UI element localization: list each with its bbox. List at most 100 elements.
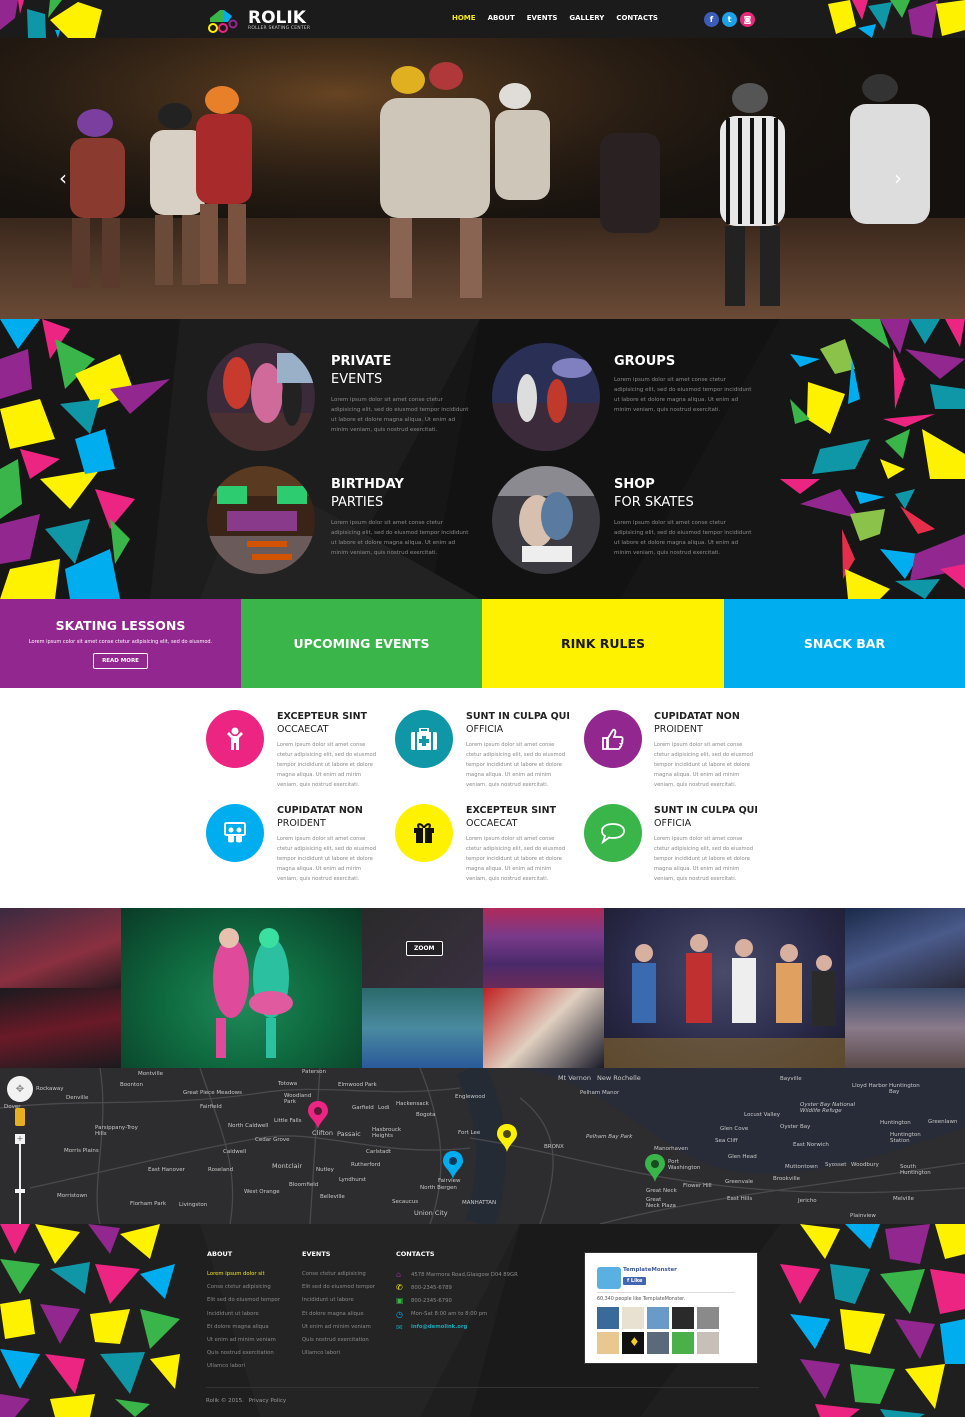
footer-link[interactable]: Conse ctetur adipisicing [302, 1268, 375, 1281]
nav-contacts[interactable]: CONTACTS [616, 14, 658, 22]
fan-avatar[interactable] [672, 1332, 694, 1354]
band-rink-rules[interactable]: RINK RULES [482, 599, 724, 688]
contact-text: Mon-Sat 8:00 am to 8:00 pm [411, 1311, 488, 1318]
band-skating-lessons[interactable]: SKATING LESSONS Lorem ipsum color sit am… [0, 599, 241, 688]
instagram-icon[interactable]: ◙ [740, 12, 755, 27]
location-map[interactable]: Montville Boonton Paterson Totowa Elmwoo… [0, 1068, 965, 1224]
gallery-photo[interactable] [845, 988, 965, 1068]
features-section: EXCEPTEUR SINT OCCAECAT Lorem ipsum dolor… [0, 688, 965, 908]
footer: ABOUT Lorem ipsum dolor sit Conse ctetur… [0, 1224, 965, 1417]
birthday-parties-image[interactable] [207, 466, 315, 574]
gift-icon [395, 804, 453, 862]
fb-divider [597, 1292, 735, 1293]
service-title: GROUPS [614, 354, 676, 369]
gallery-photo[interactable] [604, 908, 845, 1068]
footer-link[interactable]: Conse ctetur adipisicing [207, 1281, 280, 1294]
gallery-photo[interactable] [0, 988, 121, 1068]
gallery-photo[interactable] [362, 988, 483, 1068]
footer-link[interactable]: Et dolore magna alique [302, 1308, 375, 1321]
fb-page-name[interactable]: TemplateMonster [623, 1267, 677, 1273]
copyright-text: Rolik © 2015. [206, 1398, 244, 1404]
street-view-pegman-icon[interactable] [15, 1108, 25, 1126]
groups-image[interactable] [492, 343, 600, 451]
contact-phone: ✆ 800-2345-6789 [396, 1281, 518, 1294]
hero-image [0, 38, 965, 319]
footer-events: EVENTS Conse ctetur adipisicing Elit sed… [302, 1250, 375, 1360]
nav-events[interactable]: EVENTS [527, 14, 558, 22]
map-pin-yellow[interactable] [497, 1124, 517, 1152]
nav-home[interactable]: HOME [452, 14, 476, 22]
fan-avatar[interactable]: ♦ [622, 1332, 644, 1354]
map-pan-control[interactable]: ✥ [7, 1076, 33, 1102]
footer-link[interactable]: Ut enim ad minim veniam [207, 1334, 280, 1347]
slider-prev-arrow[interactable]: ‹ [59, 166, 67, 190]
contact-address: ⌂ 4578 Marmora Road,Glasgow D04 89GR [396, 1268, 518, 1281]
twitter-icon[interactable]: t [722, 12, 737, 27]
privacy-policy-link[interactable]: Privacy Policy [249, 1398, 286, 1404]
fan-avatar[interactable] [597, 1332, 619, 1354]
zoom-button[interactable]: ZOOM [406, 941, 443, 956]
private-events-image[interactable] [207, 343, 315, 451]
gallery-photo[interactable] [483, 988, 604, 1068]
service-text: Lorem ipsum dolor sit amet conse ctetur … [331, 397, 469, 433]
logo[interactable]: ROLIK ROLLER SKATING CENTER [206, 6, 310, 34]
footer-link[interactable]: Ullamco labori [207, 1360, 280, 1373]
fan-avatar[interactable] [697, 1332, 719, 1354]
gallery-photo[interactable] [0, 908, 121, 988]
gallery-photo[interactable] [483, 908, 604, 988]
service-private-events: PRIVATE EVENTS Lorem ipsum dolor sit amet… [331, 353, 471, 435]
service-groups: GROUPS Lorem ipsum dolor sit amet conse … [614, 353, 754, 415]
gallery-photo[interactable] [845, 908, 965, 988]
fan-avatar[interactable] [647, 1307, 669, 1329]
nav-gallery[interactable]: GALLERY [569, 14, 604, 22]
footer-link[interactable]: Elit sed do eiusmod tempor [207, 1294, 280, 1307]
footer-link[interactable]: Ullamco labori [302, 1347, 375, 1360]
slider-next-arrow[interactable]: › [894, 166, 902, 190]
footer-link[interactable]: Quis nostrud exercitation [207, 1347, 280, 1360]
footer-link[interactable]: Ut enim ad minim veniam [302, 1321, 375, 1334]
footer-link[interactable]: Elit sed do eiusmod tempor [302, 1281, 375, 1294]
hero-slider: ‹ › [0, 38, 965, 319]
map-pin-pink[interactable] [308, 1101, 328, 1129]
email-link[interactable]: info@demolink.org [411, 1324, 467, 1330]
feature-text: Lorem ipsum dolor sit amet conse ctetur … [466, 836, 565, 882]
map-pin-green[interactable] [645, 1154, 665, 1182]
mail-icon: ✉ [396, 1322, 403, 1332]
fb-like-button[interactable]: f Like [623, 1277, 647, 1285]
fan-avatar[interactable] [672, 1307, 694, 1329]
band-snack-bar[interactable]: SNACK BAR [724, 599, 965, 688]
first-aid-kit-icon [395, 710, 453, 768]
gallery-photo[interactable] [121, 908, 362, 1068]
fan-avatar[interactable] [622, 1307, 644, 1329]
footer-link[interactable]: Incididunt ut labore [207, 1308, 280, 1321]
fan-avatar[interactable] [697, 1307, 719, 1329]
header: ROLIK ROLLER SKATING CENTER HOME ABOUT E… [0, 0, 965, 38]
map-pin-blue[interactable] [443, 1151, 463, 1179]
contact-fax: ▣ 800-2345-6790 [396, 1294, 518, 1307]
zoom-slider-handle[interactable] [15, 1189, 25, 1193]
footer-link[interactable]: Incididunt ut labore [302, 1294, 375, 1307]
band-title: SNACK BAR [803, 636, 886, 651]
thumbs-up-icon [584, 710, 642, 768]
footer-link[interactable]: Lorem ipsum dolor sit [207, 1268, 280, 1281]
service-text: Lorem ipsum dolor sit amet conse ctetur … [614, 377, 752, 413]
feature-subtitle: PROIDENT [654, 724, 703, 735]
contact-text: 800-2345-6790 [411, 1297, 452, 1304]
templatemonster-avatar[interactable] [597, 1267, 621, 1289]
read-more-button[interactable]: READ MORE [93, 653, 148, 669]
contact-text: 4578 Marmora Road,Glasgow D04 89GR [411, 1271, 518, 1278]
band-upcoming-events[interactable]: UPCOMING EVENTS [241, 599, 482, 688]
contact-text[interactable]: 800-2345-6789 [411, 1285, 452, 1291]
facebook-icon[interactable]: f [704, 12, 719, 27]
nav-about[interactable]: ABOUT [488, 14, 515, 22]
gallery-photo-hover[interactable]: ZOOM [362, 908, 483, 988]
zoom-slider-track[interactable] [19, 1144, 21, 1224]
fan-avatar[interactable] [647, 1332, 669, 1354]
service-title: SHOP [614, 477, 655, 492]
fan-avatar[interactable] [597, 1307, 619, 1329]
shop-for-skates-image[interactable] [492, 466, 600, 574]
footer-link[interactable]: Quis nostrud exercitation [302, 1334, 375, 1347]
zoom-in-button[interactable]: + [15, 1134, 25, 1144]
footer-link[interactable]: Et dolore magna aliqua [207, 1321, 280, 1334]
band-text: Lorem ipsum color sit amet conse ctetur … [28, 639, 213, 645]
